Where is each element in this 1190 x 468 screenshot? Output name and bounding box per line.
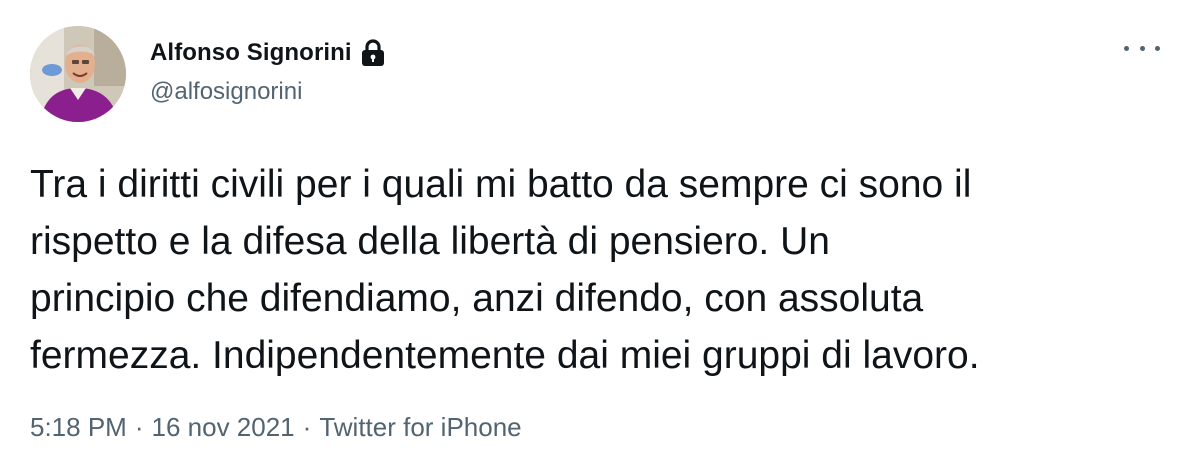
tweet-text-line: principio che difendiamo, anzi difendo, …: [30, 277, 924, 320]
tweet-metadata: 5:18 PM · 16 nov 2021 · Twitter for iPhone: [30, 412, 522, 443]
more-options-button[interactable]: [1124, 36, 1160, 60]
user-handle[interactable]: @alfosignorini: [150, 78, 386, 106]
display-name[interactable]: Alfonso Signorini: [150, 39, 352, 67]
more-options-icon-dot: [1139, 45, 1145, 51]
tweet-time[interactable]: 5:18 PM: [30, 412, 127, 442]
more-options-icon: [1124, 45, 1129, 51]
tweet-text-line: rispetto e la difesa della libertà di pe…: [30, 220, 830, 263]
tweet-text-line: fermezza. Indipendentemente dai miei gru…: [30, 334, 980, 377]
lock-icon: [360, 38, 386, 68]
tweet-text: Tra i diritti civili per i quali mi batt…: [30, 156, 1160, 384]
tweet-date[interactable]: 16 nov 2021: [152, 412, 295, 442]
tweet-source[interactable]: Twitter for iPhone: [319, 412, 521, 442]
tweet-header: Alfonso Signorini @alfosignorini: [150, 36, 386, 106]
tweet-card: Alfonso Signorini @alfosignorini Tra i d…: [0, 0, 1190, 468]
tweet-text-line: Tra i diritti civili per i quali mi batt…: [30, 163, 972, 206]
meta-separator: ·: [134, 412, 144, 442]
name-row: Alfonso Signorini: [150, 36, 386, 70]
avatar-image: [30, 26, 126, 122]
more-options-icon-dot: [1155, 45, 1160, 51]
meta-separator: ·: [302, 412, 312, 442]
avatar[interactable]: [30, 26, 126, 122]
